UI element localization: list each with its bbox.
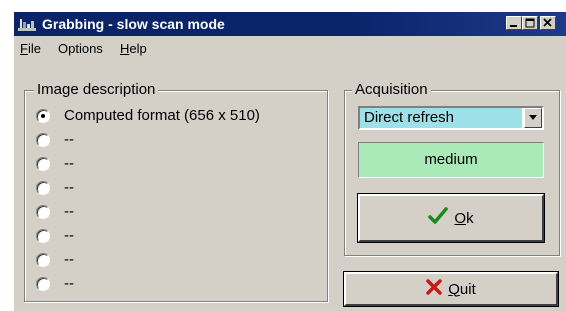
image-format-radio-list: Computed format (656 x 510) -- -- -- -- -- -- -… xyxy=(36,106,326,296)
radio-button[interactable] xyxy=(36,253,50,267)
menu-help[interactable]: Help xyxy=(120,41,147,57)
radio-button[interactable] xyxy=(36,157,50,171)
menu-file[interactable]: File xyxy=(20,41,41,57)
x-icon xyxy=(426,279,442,299)
radio-option[interactable]: -- xyxy=(36,178,316,198)
ok-button[interactable]: Ok xyxy=(358,194,544,242)
radio-option[interactable]: -- xyxy=(36,130,316,150)
acquisition-mode-select[interactable]: Direct refresh xyxy=(358,106,544,130)
menu-options[interactable]: Options xyxy=(58,41,103,57)
quit-button[interactable]: Quit xyxy=(344,272,558,306)
minimize-icon xyxy=(510,25,517,27)
quit-label: Quit xyxy=(448,280,476,298)
minimize-button[interactable] xyxy=(506,16,522,30)
radio-label: -- xyxy=(64,275,74,292)
chevron-down-icon xyxy=(529,115,537,120)
radio-button[interactable] xyxy=(36,205,50,219)
speed-status-box: medium xyxy=(358,142,544,178)
radio-label: -- xyxy=(64,131,74,148)
maximize-icon xyxy=(525,18,535,28)
radio-option[interactable]: -- xyxy=(36,250,316,270)
radio-label: -- xyxy=(64,227,74,244)
radio-label: -- xyxy=(64,203,74,220)
radio-option[interactable]: -- xyxy=(36,274,316,294)
radio-label: -- xyxy=(64,179,74,196)
check-icon xyxy=(428,207,449,229)
radio-button[interactable] xyxy=(36,181,50,195)
radio-option[interactable]: Computed format (656 x 510) xyxy=(36,106,316,126)
acquisition-title: Acquisition xyxy=(352,82,431,98)
ok-label: Ok xyxy=(454,209,474,227)
app-icon xyxy=(18,16,36,32)
acquisition-mode-value: Direct refresh xyxy=(360,108,522,128)
dropdown-button[interactable] xyxy=(524,108,542,128)
radio-button[interactable] xyxy=(36,109,50,123)
radio-button[interactable] xyxy=(36,277,50,291)
radio-selected-dot xyxy=(41,114,45,118)
radio-label: Computed format (656 x 510) xyxy=(64,107,260,124)
radio-option[interactable]: -- xyxy=(36,202,316,222)
radio-button[interactable] xyxy=(36,133,50,147)
radio-label: -- xyxy=(64,155,74,172)
maximize-button[interactable] xyxy=(522,16,538,30)
close-button[interactable] xyxy=(540,16,556,30)
radio-option[interactable]: -- xyxy=(36,226,316,246)
title-bar[interactable]: Grabbing - slow scan mode xyxy=(14,12,566,36)
image-description-title: Image description xyxy=(34,82,159,98)
close-icon xyxy=(543,18,552,27)
radio-option[interactable]: -- xyxy=(36,154,316,174)
window-title: Grabbing - slow scan mode xyxy=(42,16,225,32)
radio-button[interactable] xyxy=(36,229,50,243)
menu-bar: File Options Help xyxy=(14,38,566,58)
grabbing-window: Grabbing - slow scan mode File Options H… xyxy=(14,12,566,311)
radio-label: -- xyxy=(64,251,74,268)
